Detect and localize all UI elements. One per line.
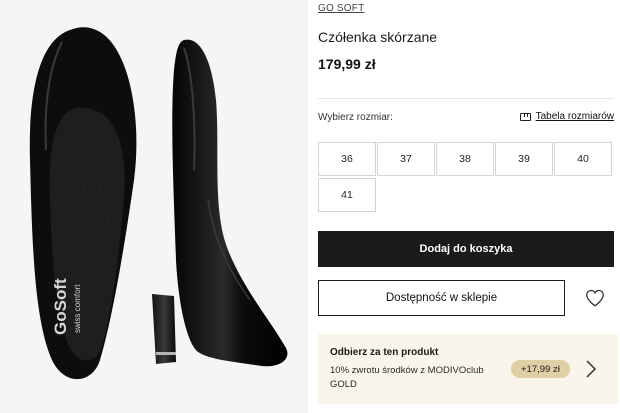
product-title: Czółenka skórzane: [318, 29, 438, 45]
size-table-label: Tabela rozmiarów: [535, 111, 614, 122]
size-option[interactable]: 40: [554, 142, 612, 176]
size-option[interactable]: 36: [318, 142, 376, 176]
product-price: 179,99 zł: [318, 56, 376, 72]
heart-icon[interactable]: [584, 287, 606, 309]
loyalty-banner[interactable]: Odbierz za ten produkt 10% zwrotu środkó…: [318, 334, 618, 404]
shoe-illustration: GoSoft swiss comfort: [29, 27, 288, 380]
product-image[interactable]: GoSoft swiss comfort: [0, 0, 308, 413]
size-option[interactable]: 38: [436, 142, 494, 176]
size-label: Wybierz rozmiar:: [318, 112, 393, 123]
size-option[interactable]: 41: [318, 178, 376, 212]
size-table-link[interactable]: Tabela rozmiarów: [519, 111, 614, 122]
brand-link[interactable]: GO SOFT: [318, 3, 364, 14]
chevron-right-icon[interactable]: [584, 358, 598, 380]
size-option[interactable]: 37: [377, 142, 435, 176]
insole-tagline: swiss comfort: [73, 284, 82, 333]
store-availability-button[interactable]: Dostępność w sklepie: [318, 280, 565, 316]
loyalty-badge: +17,99 zł: [511, 360, 570, 378]
product-panel: GO SOFT Czółenka skórzane 179,99 zł Wybi…: [318, 0, 618, 413]
loyalty-title: Odbierz za ten produkt: [330, 347, 439, 358]
size-grid: 36 37 38 39 40 41: [318, 142, 614, 212]
add-to-cart-button[interactable]: Dodaj do koszyka: [318, 231, 614, 267]
loyalty-description: 10% zwrotu środków z MODIVOclub GOLD: [330, 365, 484, 390]
divider: [318, 98, 614, 99]
insole-logo: GoSoft: [51, 278, 70, 335]
ruler-icon: [519, 112, 531, 121]
size-option[interactable]: 39: [495, 142, 553, 176]
